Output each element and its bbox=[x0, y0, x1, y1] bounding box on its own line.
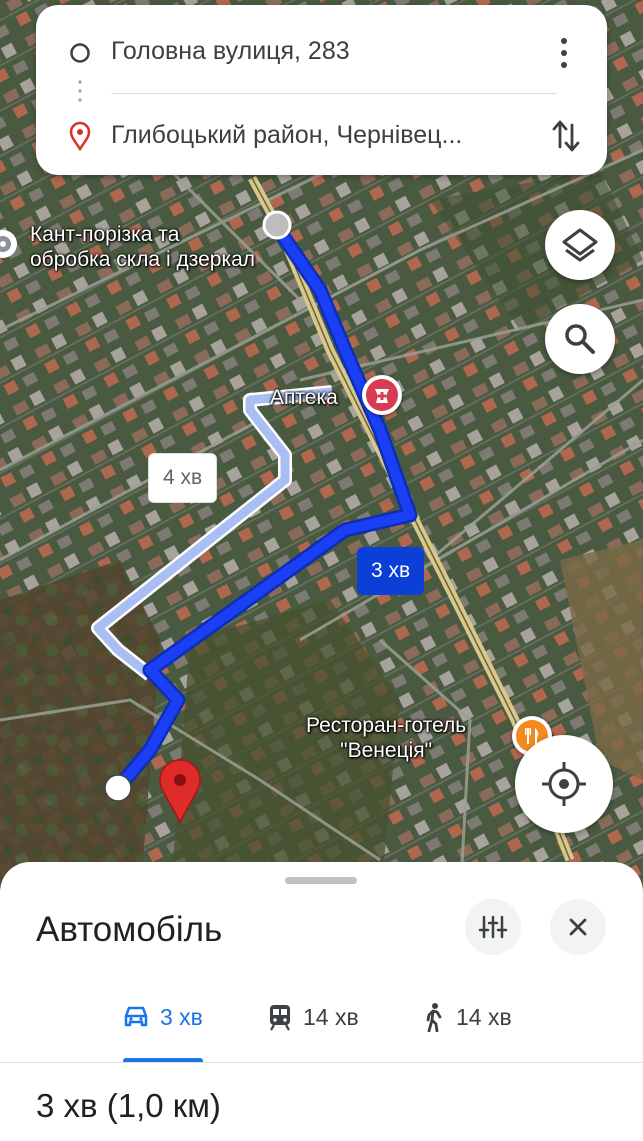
tune-icon bbox=[478, 915, 508, 939]
more-vert-icon[interactable] bbox=[554, 35, 574, 71]
place-label-restaurant[interactable]: Ресторан-готель "Венеція" bbox=[306, 713, 466, 763]
directions-card: Головна вулиця, 283 Глибоцький район, Че… bbox=[36, 5, 607, 175]
train-icon bbox=[270, 1005, 290, 1031]
close-button[interactable] bbox=[550, 899, 606, 955]
place-label-pharmacy[interactable]: Аптека bbox=[270, 385, 338, 410]
route-summary: 3 хв (1,0 км) bbox=[36, 1087, 221, 1124]
search-icon bbox=[565, 324, 595, 354]
tab-driving[interactable]: 3 хв bbox=[122, 1000, 203, 1034]
circle-outline-icon bbox=[70, 43, 90, 63]
destination-row[interactable]: Глибоцький район, Чернівец... bbox=[36, 95, 607, 175]
tab-transit-label: 14 хв bbox=[303, 1003, 359, 1030]
my-location-button[interactable] bbox=[515, 735, 613, 833]
place-label-glass-shop[interactable]: Кант-порізка та обробка скла і дзеркал bbox=[30, 222, 255, 272]
primary-route-time-bubble[interactable]: 3 хв bbox=[357, 547, 425, 595]
tab-transit[interactable]: 14 хв bbox=[267, 1000, 359, 1034]
layers-button[interactable] bbox=[545, 210, 615, 280]
my-location-icon bbox=[542, 762, 586, 806]
car-icon bbox=[124, 1006, 148, 1027]
route-end-marker[interactable] bbox=[104, 774, 132, 802]
close-icon bbox=[569, 918, 587, 936]
tab-walking[interactable]: 14 хв bbox=[422, 1000, 512, 1034]
layers-icon bbox=[562, 228, 598, 262]
sheet-drag-handle[interactable] bbox=[285, 877, 357, 884]
origin-field[interactable]: Головна вулиця, 283 bbox=[111, 37, 350, 66]
card-divider bbox=[111, 93, 557, 94]
tab-walking-label: 14 хв bbox=[456, 1003, 512, 1030]
origin-row[interactable]: Головна вулиця, 283 bbox=[36, 13, 607, 93]
pharmacy-marker-icon[interactable] bbox=[362, 375, 402, 415]
swap-vert-icon[interactable] bbox=[550, 117, 582, 155]
tabs-divider bbox=[0, 1062, 643, 1063]
walk-icon bbox=[426, 1003, 442, 1032]
tab-driving-label: 3 хв bbox=[160, 1003, 203, 1030]
travel-mode-title: Автомобіль bbox=[36, 910, 223, 949]
bottom-sheet: Автомобіль 3 хв 14 хв 14 хв 3 хв (1,0 км… bbox=[0, 862, 643, 1141]
route-start-marker[interactable] bbox=[262, 210, 292, 240]
route-options-button[interactable] bbox=[465, 899, 521, 955]
destination-field[interactable]: Глибоцький район, Чернівец... bbox=[111, 121, 462, 150]
location-pin-icon bbox=[69, 121, 91, 151]
alt-route-time-bubble[interactable]: 4 хв bbox=[148, 453, 218, 503]
search-along-route-button[interactable] bbox=[545, 304, 615, 374]
